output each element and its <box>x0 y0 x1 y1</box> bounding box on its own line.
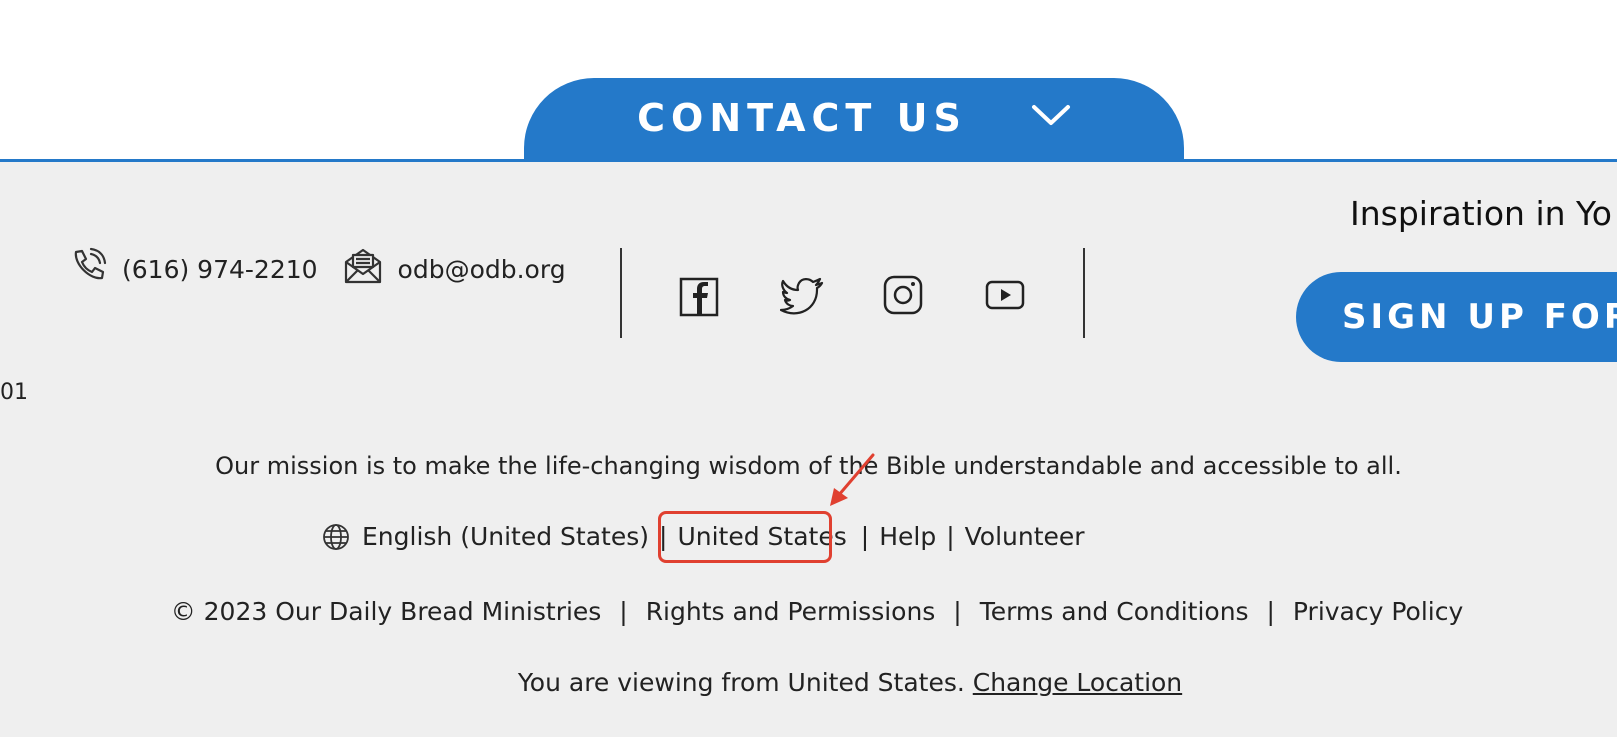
volunteer-link[interactable]: Volunteer <box>965 522 1085 551</box>
twitter-icon[interactable] <box>780 274 826 316</box>
envelope-icon <box>342 246 384 292</box>
copyright-text: © 2023 Our Daily Bread Ministries <box>170 597 602 626</box>
chevron-down-icon <box>1031 103 1071 131</box>
mission-statement: Our mission is to make the life-changing… <box>215 452 1402 480</box>
separator: | <box>860 522 870 551</box>
language-selector[interactable]: English (United States) <box>362 522 649 551</box>
contact-us-label: CONTACT US <box>637 96 967 140</box>
contact-info: (616) 974-2210 odb@odb.org <box>68 246 566 292</box>
separator: | <box>1266 597 1275 626</box>
phone-icon <box>68 246 108 292</box>
viewing-location-text: You are viewing from United States. <box>517 668 965 697</box>
newsletter-title: Inspiration in Yo <box>1350 194 1612 233</box>
facebook-icon[interactable] <box>678 276 720 318</box>
separator: | <box>946 522 955 551</box>
contact-us-toggle[interactable]: CONTACT US <box>524 78 1184 162</box>
phone-number: (616) 974-2210 <box>122 254 318 284</box>
legal-links: © 2023 Our Daily Bread Ministries | Righ… <box>0 597 1617 626</box>
change-location-link[interactable]: Change Location <box>973 668 1182 697</box>
annotation-highlight-box <box>658 511 832 563</box>
separator: | <box>619 597 628 626</box>
instagram-icon[interactable] <box>882 274 924 316</box>
location-notice: You are viewing from United States. Chan… <box>0 668 1617 697</box>
help-link[interactable]: Help <box>879 522 936 551</box>
address-fragment: 01 <box>0 380 28 405</box>
phone-link[interactable]: (616) 974-2210 <box>68 246 318 292</box>
divider-right <box>1083 248 1085 338</box>
rights-permissions-link[interactable]: Rights and Permissions <box>646 597 936 626</box>
email-link[interactable]: odb@odb.org <box>342 246 566 292</box>
separator: | <box>953 597 962 626</box>
divider-left <box>620 248 622 338</box>
terms-conditions-link[interactable]: Terms and Conditions <box>980 597 1249 626</box>
globe-icon <box>322 523 350 551</box>
newsletter-signup-button[interactable]: SIGN UP FOR <box>1296 272 1617 362</box>
email-address: odb@odb.org <box>397 254 566 284</box>
youtube-icon[interactable] <box>984 276 1026 314</box>
privacy-policy-link[interactable]: Privacy Policy <box>1293 597 1463 626</box>
